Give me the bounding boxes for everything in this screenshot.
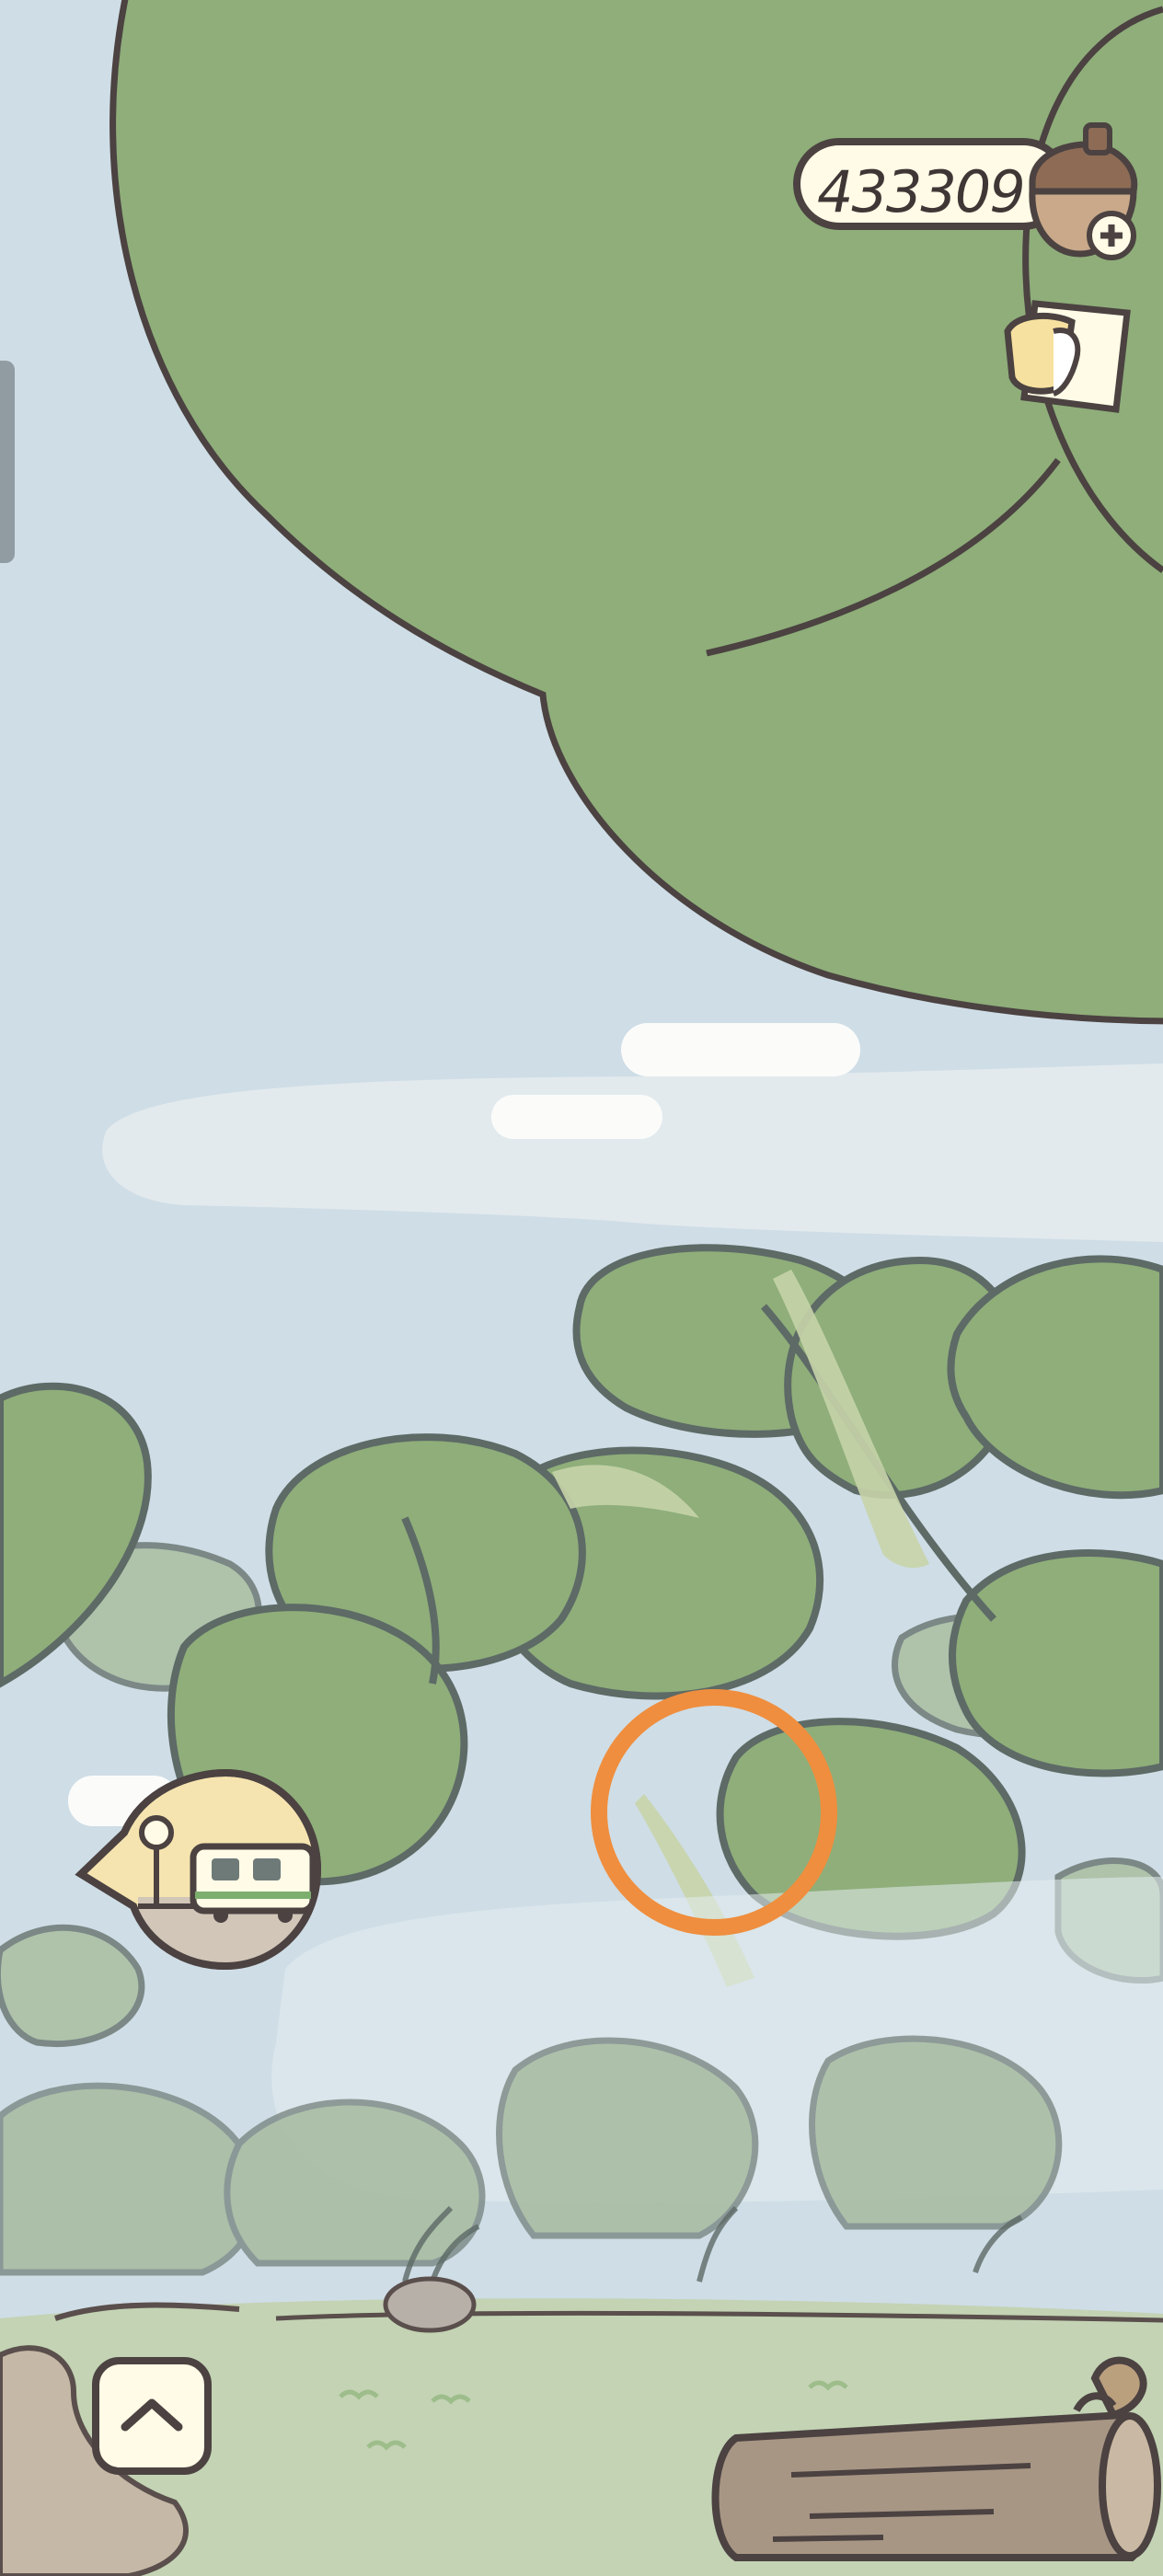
letter-icon [1004,300,1131,413]
chevron-up-icon [121,2398,183,2432]
acorn-count: 433309 [817,158,1026,225]
expand-menu-button[interactable] [92,2357,212,2475]
train-bubble-icon[interactable] [74,1768,322,1980]
plus-icon [1087,211,1136,260]
side-drawer-tab[interactable] [0,361,15,563]
game-scene: 433309 [0,0,1163,2576]
forest-background [0,0,1163,2576]
letter-button[interactable] [998,294,1136,423]
tap-highlight-ring[interactable] [591,1689,837,1936]
acorn-add-button[interactable] [1014,118,1152,265]
